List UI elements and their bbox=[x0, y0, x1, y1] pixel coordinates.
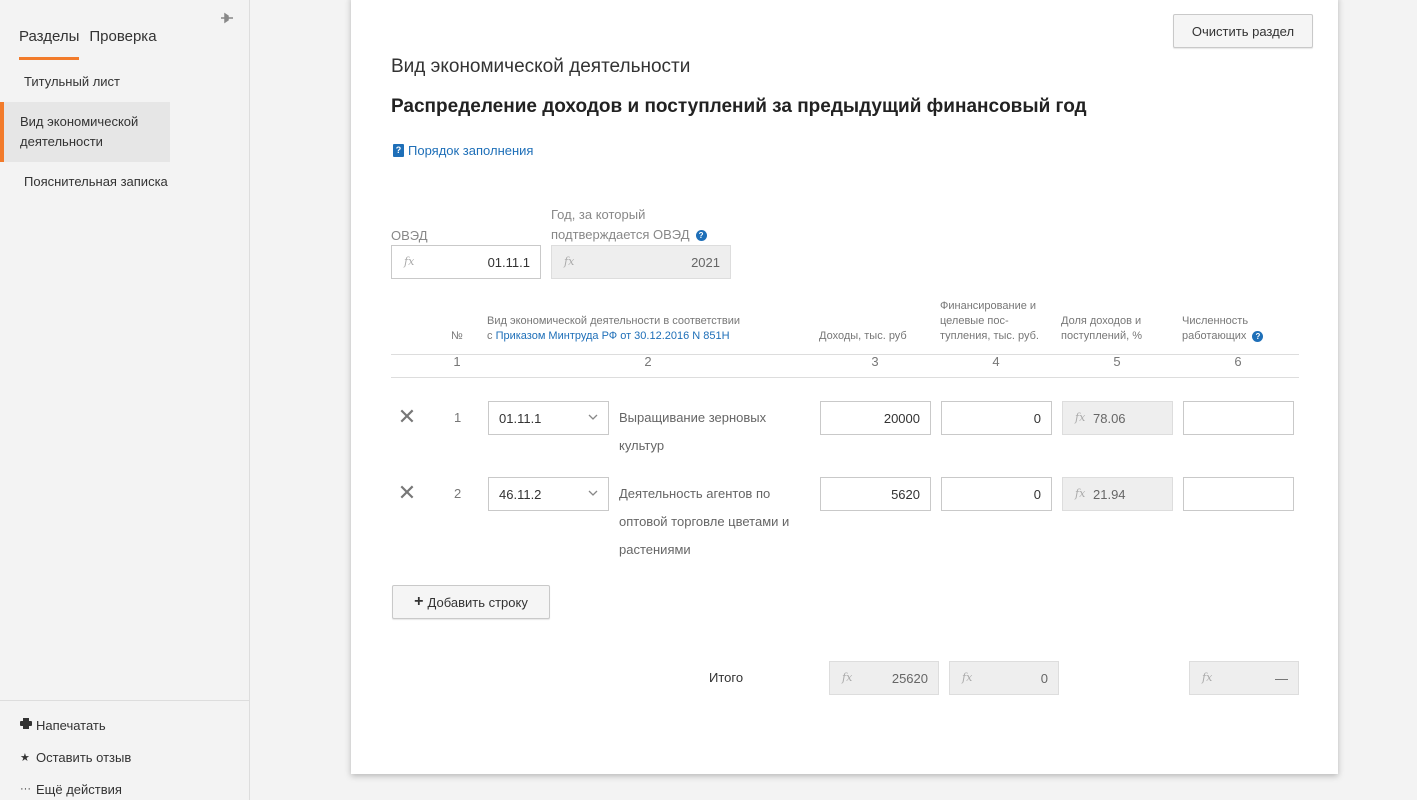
col-number-6: 6 bbox=[1234, 354, 1242, 369]
sidebar-item-explanatory-note[interactable]: Пояснительная записка bbox=[0, 162, 250, 202]
activity-code-select[interactable]: 46.11.2 bbox=[488, 477, 609, 511]
staff-input[interactable] bbox=[1183, 477, 1294, 511]
year-label: Год, за который подтверждается ОВЭД? bbox=[551, 205, 707, 245]
col-header-financing-line3: тупления, тыс. руб. bbox=[940, 330, 1039, 342]
print-action[interactable]: Напечатать bbox=[0, 709, 250, 741]
delete-row-icon[interactable]: ✕ bbox=[397, 482, 417, 504]
section-subtitle: Вид экономической деятельности bbox=[391, 56, 691, 77]
col-header-staff: Численность работающих? bbox=[1182, 314, 1264, 344]
fx-icon: fx bbox=[1075, 411, 1086, 424]
print-label: Напечатать bbox=[36, 717, 106, 733]
row-number: 1 bbox=[454, 410, 462, 425]
col-number-5: 5 bbox=[1113, 354, 1121, 369]
year-label-line1: Год, за который bbox=[551, 207, 646, 222]
sidebar: Разделы Проверка Титульный лист Вид экон… bbox=[0, 0, 250, 800]
help-icon[interactable]: ? bbox=[1252, 330, 1264, 342]
fx-icon: fx bbox=[842, 671, 853, 684]
clear-section-button[interactable]: Очистить раздел bbox=[1173, 14, 1313, 48]
col-header-share-line1: Доля доходов и bbox=[1061, 315, 1142, 327]
total-staff-field: fx — bbox=[1189, 661, 1299, 695]
fx-icon: fx bbox=[404, 255, 415, 268]
more-actions-label: Ещё действия bbox=[36, 781, 122, 797]
share-value: 21.94 bbox=[1093, 486, 1126, 502]
activity-code-select[interactable]: 01.11.1 bbox=[488, 401, 609, 435]
header-divider bbox=[391, 354, 1299, 355]
total-income-value: 25620 bbox=[891, 670, 928, 686]
col-number-2: 2 bbox=[644, 354, 652, 369]
col-header-financing: Финансирование и целевые пос- тупления, … bbox=[940, 299, 1039, 344]
fx-icon: fx bbox=[962, 671, 973, 684]
tab-check[interactable]: Проверка bbox=[89, 28, 156, 60]
share-field: fx 78.06 bbox=[1062, 401, 1173, 435]
sidebar-item-activity-type[interactable]: Вид экономической деятельности bbox=[0, 102, 170, 162]
sidebar-item-title-page[interactable]: Титульный лист bbox=[0, 62, 250, 102]
delete-row-icon[interactable]: ✕ bbox=[397, 406, 417, 428]
printer-icon bbox=[20, 718, 36, 732]
help-icon[interactable]: ? bbox=[695, 230, 707, 242]
activity-code-value: 46.11.2 bbox=[499, 486, 542, 502]
financing-input[interactable]: 0 bbox=[941, 401, 1052, 435]
income-input[interactable]: 20000 bbox=[820, 401, 931, 435]
fx-icon: fx bbox=[1075, 487, 1086, 500]
add-row-label: Добавить строку bbox=[427, 594, 528, 610]
financing-input[interactable]: 0 bbox=[941, 477, 1052, 511]
total-staff-value: — bbox=[1275, 670, 1288, 686]
ellipsis-icon: ··· bbox=[20, 783, 31, 795]
col-header-income: Доходы, тыс. руб bbox=[819, 330, 907, 342]
col-header-num: № bbox=[451, 330, 463, 342]
sidebar-actions: Напечатать ★ Оставить отзыв ··· Ещё дейс… bbox=[0, 700, 250, 800]
activity-description: Выращивание зерновых культур bbox=[619, 410, 767, 453]
plus-icon: + bbox=[414, 593, 424, 610]
activity-code-value: 01.11.1 bbox=[499, 410, 542, 426]
feedback-action[interactable]: ★ Оставить отзыв bbox=[0, 741, 250, 773]
activity-description: Деятельность агентов по оптовой торговле… bbox=[619, 486, 790, 557]
sidebar-nav: Титульный лист Вид экономической деятель… bbox=[0, 62, 250, 202]
add-row-button[interactable]: + Добавить строку bbox=[392, 585, 550, 619]
col-number-4: 4 bbox=[992, 354, 1000, 369]
col-number-3: 3 bbox=[871, 354, 879, 369]
tab-sections[interactable]: Разделы bbox=[19, 28, 80, 60]
share-value: 78.06 bbox=[1093, 410, 1126, 426]
col-header-share-line2: поступлений, % bbox=[1061, 330, 1142, 342]
header-divider bbox=[391, 377, 1299, 378]
chevron-down-icon bbox=[588, 412, 598, 423]
total-income-field: fx 25620 bbox=[829, 661, 939, 695]
share-field: fx 21.94 bbox=[1062, 477, 1173, 511]
col-header-activity-line1: Вид экономической деятельности в соответ… bbox=[487, 315, 740, 327]
fx-icon: fx bbox=[1202, 671, 1213, 684]
star-icon: ★ bbox=[20, 751, 30, 764]
col-header-activity: Вид экономической деятельности в соответ… bbox=[487, 314, 740, 344]
sidebar-tabs: Разделы Проверка bbox=[19, 28, 157, 60]
total-financing-value: 0 bbox=[1040, 670, 1048, 686]
staff-input[interactable] bbox=[1183, 401, 1294, 435]
year-label-line2: подтверждается ОВЭД bbox=[551, 227, 690, 242]
help-book-icon: ? bbox=[393, 144, 404, 157]
col-header-staff-line2: работающих bbox=[1182, 330, 1247, 342]
oved-value: 01.11.1 bbox=[487, 254, 530, 270]
col-header-financing-line1: Финансирование и bbox=[940, 300, 1037, 312]
year-field: fx 2021 bbox=[551, 245, 731, 279]
col-header-activity-prefix: с bbox=[487, 330, 496, 342]
total-label: Итого bbox=[709, 670, 744, 685]
fx-icon: fx bbox=[564, 255, 575, 268]
row-number: 2 bbox=[454, 486, 462, 501]
oved-label: ОВЭД bbox=[391, 228, 428, 243]
fill-order-label: Порядок заполнения bbox=[408, 143, 534, 158]
col-header-staff-line1: Численность bbox=[1182, 315, 1249, 327]
total-financing-field: fx 0 bbox=[949, 661, 1059, 695]
feedback-label: Оставить отзыв bbox=[36, 749, 132, 765]
page-title: Распределение доходов и поступлений за п… bbox=[391, 96, 1087, 117]
col-header-financing-line2: целевые пос- bbox=[940, 315, 1009, 327]
fill-order-link[interactable]: ? Порядок заполнения bbox=[393, 143, 533, 158]
oved-field[interactable]: fx 01.11.1 bbox=[391, 245, 541, 279]
pin-icon[interactable] bbox=[220, 11, 236, 27]
income-input[interactable]: 5620 bbox=[820, 477, 931, 511]
col-number-1: 1 bbox=[453, 354, 461, 369]
main-card: Очистить раздел Вид экономической деятел… bbox=[351, 0, 1338, 774]
more-actions[interactable]: ··· Ещё действия bbox=[0, 773, 250, 800]
col-header-share: Доля доходов и поступлений, % bbox=[1061, 314, 1142, 344]
ministry-order-link[interactable]: Приказом Минтруда РФ от 30.12.2016 N 851… bbox=[496, 330, 730, 342]
year-value: 2021 bbox=[691, 254, 720, 270]
chevron-down-icon bbox=[588, 488, 598, 499]
